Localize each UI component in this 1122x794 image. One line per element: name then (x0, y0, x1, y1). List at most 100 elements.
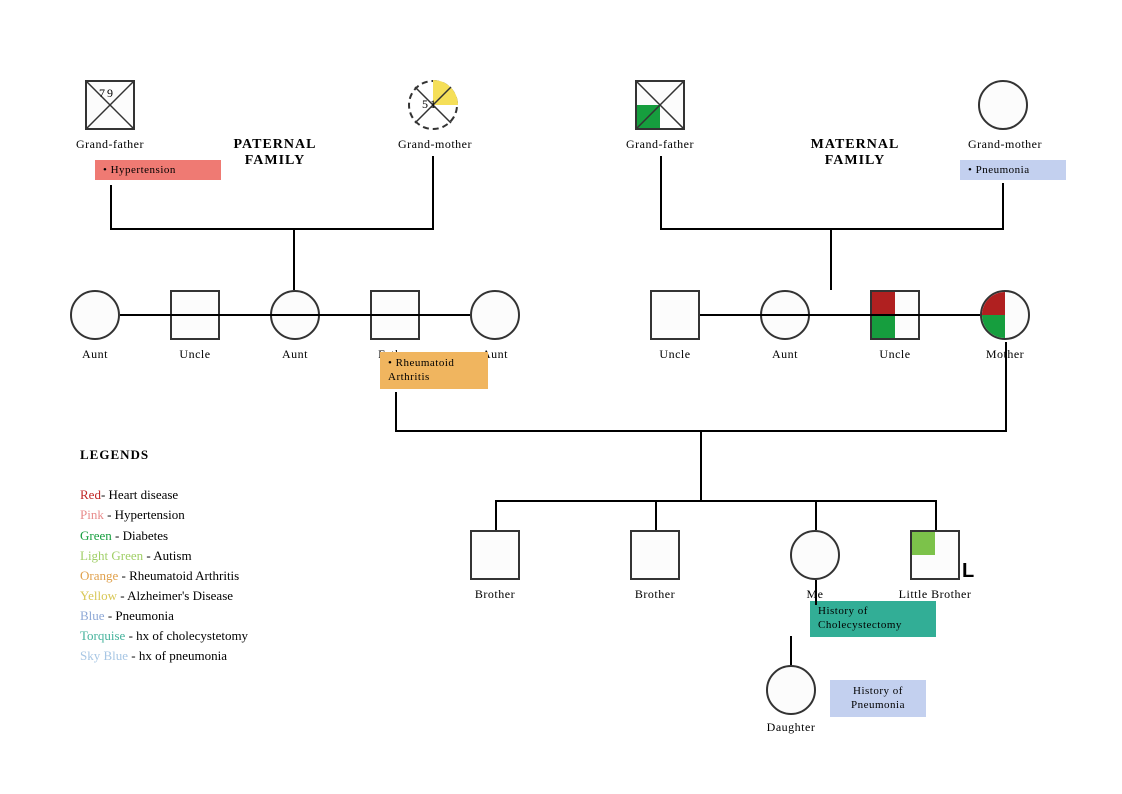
line (790, 636, 792, 666)
node-pgf: 79 (85, 80, 135, 130)
node-me (790, 530, 840, 580)
legend-color-name: Red (80, 487, 101, 502)
female-symbol (980, 290, 1030, 340)
note-hx-chole: History of Cholecystectomy (810, 601, 936, 637)
legend-block: LEGENDS Red- Heart diseasePink - Hyperte… (80, 445, 248, 667)
male-symbol (650, 290, 700, 340)
female-symbol (70, 290, 120, 340)
red-quarter (872, 292, 895, 315)
label-brother1: Brother (435, 587, 555, 602)
legend-desc: - Alzheimer's Disease (117, 588, 233, 603)
label-brother2: Brother (595, 587, 715, 602)
note-hx-pneum: History of Pneumonia (830, 680, 926, 717)
legend-color-name: Yellow (80, 588, 117, 603)
genogram-canvas: 79 Grand-father PATERNAL FAMILY 51 Grand… (0, 0, 1122, 794)
line (495, 500, 935, 502)
green-quarter (872, 315, 895, 338)
node-mother (980, 290, 1030, 340)
line (660, 156, 662, 230)
legend-row: Sky Blue - hx of pneumonia (80, 646, 248, 666)
legend-row: Blue - Pneumonia (80, 606, 248, 626)
legend-color-name: Torquise (80, 628, 125, 643)
female-symbol (978, 80, 1028, 130)
line (700, 432, 702, 502)
legend-desc: - hx of cholecystetomy (125, 628, 248, 643)
note-text: Hypertension (111, 164, 176, 176)
node-littlebrother: L (910, 530, 960, 580)
legend-row: Yellow - Alzheimer's Disease (80, 586, 248, 606)
lightgreen-quarter (912, 532, 935, 555)
paternal-title: PATERNAL FAMILY (215, 137, 335, 169)
label-aunt4: Aunt (725, 347, 845, 362)
line (432, 156, 434, 230)
line (1002, 183, 1004, 230)
node-aunt3 (470, 290, 520, 340)
label-mgm: Grand-mother (945, 137, 1065, 152)
line (495, 500, 497, 530)
label-pgm: Grand-mother (375, 137, 495, 152)
legend-color-name: Green (80, 528, 112, 543)
node-pgm: 51 (408, 80, 458, 130)
note-text: Pneumonia (976, 164, 1030, 176)
line (830, 230, 832, 290)
legend-color-name: Orange (80, 568, 118, 583)
line (110, 228, 434, 230)
legend-row: Pink - Hypertension (80, 505, 248, 525)
legend-title: LEGENDS (80, 447, 149, 462)
note-text: Rheumatoid Arthritis (388, 357, 454, 383)
female-symbol (790, 530, 840, 580)
line (815, 500, 817, 530)
legend-desc: - Autism (143, 548, 191, 563)
legend-row: Light Green - Autism (80, 546, 248, 566)
red-quarter (982, 292, 1005, 315)
label-uncle3: Uncle (835, 347, 955, 362)
line (700, 314, 980, 316)
node-mgf (635, 80, 685, 130)
line (660, 228, 1004, 230)
legend-desc: - Heart disease (101, 487, 178, 502)
male-symbol (630, 530, 680, 580)
label-daughter: Daughter (731, 720, 851, 735)
label-littlebrother: Little Brother (875, 587, 995, 602)
male-symbol (910, 530, 960, 580)
legend-color-name: Pink (80, 507, 104, 522)
male-symbol (470, 530, 520, 580)
female-symbol (766, 665, 816, 715)
legend-desc: - Hypertension (104, 507, 185, 522)
label-mgf: Grand-father (600, 137, 720, 152)
maternal-title: MATERNAL FAMILY (790, 137, 920, 169)
legend-row: Green - Diabetes (80, 526, 248, 546)
note-hypertension: • Hypertension (95, 160, 221, 180)
node-uncle2 (650, 290, 700, 340)
line (1005, 342, 1007, 432)
legend-row: Orange - Rheumatoid Arthritis (80, 566, 248, 586)
line (935, 500, 937, 530)
legend-row: Torquise - hx of cholecystetomy (80, 626, 248, 646)
label-pgf: Grand-father (50, 137, 170, 152)
legend-color-name: Blue (80, 608, 105, 623)
node-brother1 (470, 530, 520, 580)
line (293, 230, 295, 290)
node-daughter (766, 665, 816, 715)
legend-desc: - Rheumatoid Arthritis (118, 568, 239, 583)
note-rheumatoid: • Rheumatoid Arthritis (380, 352, 488, 389)
label-uncle2: Uncle (615, 347, 735, 362)
legend-color-name: Sky Blue (80, 648, 128, 663)
proband-arrow-icon: L (962, 560, 974, 583)
legend-color-name: Light Green (80, 548, 143, 563)
node-mgm (978, 80, 1028, 130)
node-aunt1 (70, 290, 120, 340)
node-brother2 (630, 530, 680, 580)
legend-desc: - Diabetes (112, 528, 168, 543)
line (110, 185, 112, 230)
line (120, 314, 470, 316)
female-symbol (470, 290, 520, 340)
green-quarter (982, 315, 1005, 338)
male-symbol (635, 80, 685, 130)
age-text: 51 (422, 97, 438, 112)
legend-row: Red- Heart disease (80, 485, 248, 505)
note-pneumonia: • Pneumonia (960, 160, 1066, 180)
note-text: History of Pneumonia (851, 685, 905, 711)
note-text: History of Cholecystectomy (818, 605, 902, 631)
line (655, 500, 657, 530)
